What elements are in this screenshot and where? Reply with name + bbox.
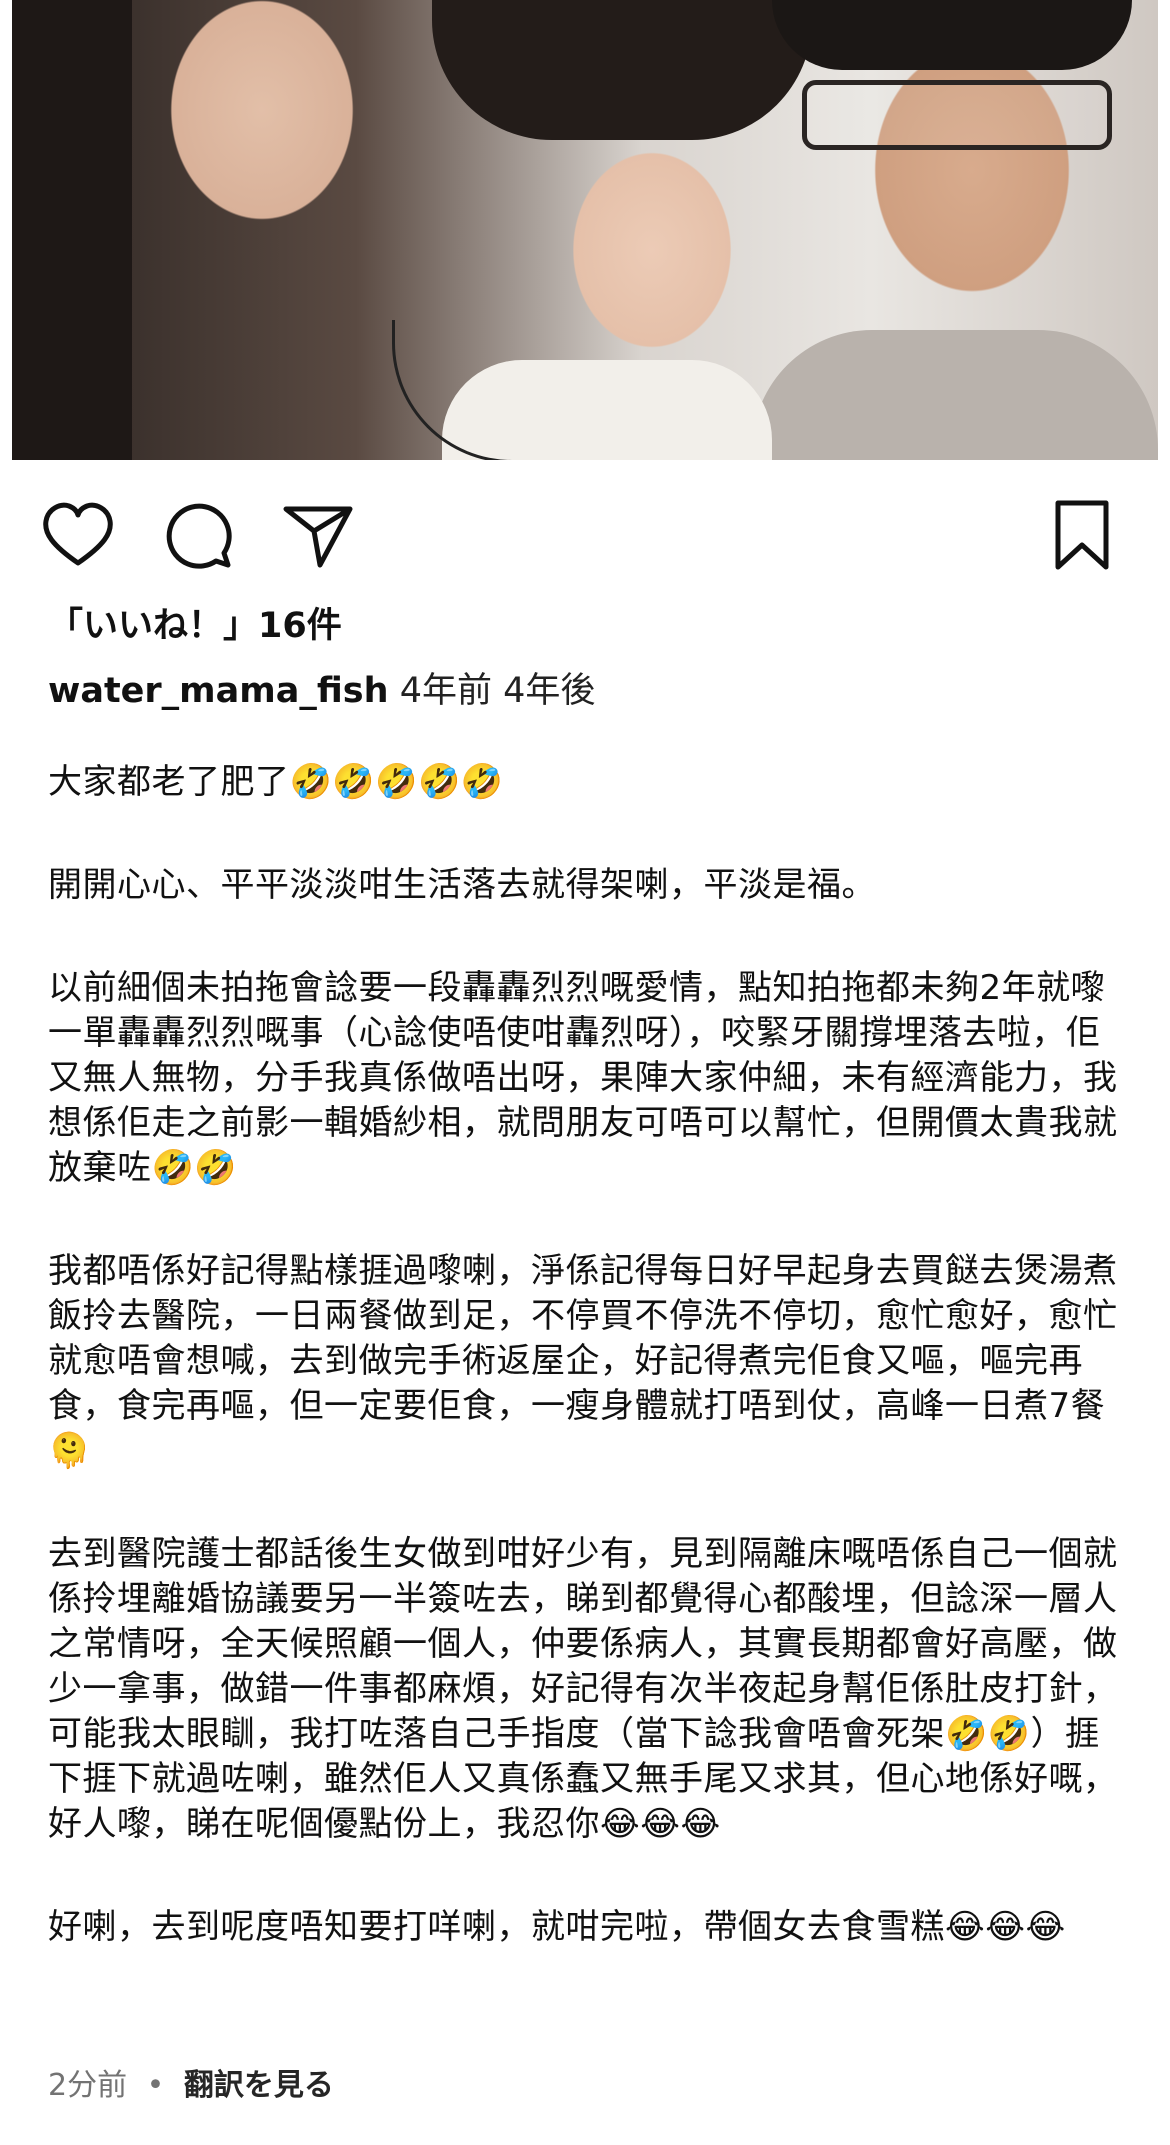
photo-detail [772,0,1132,70]
comment-bubble-icon[interactable] [158,495,238,575]
caption-paragraph: 好喇，去到呢度唔知要打咩喇，就咁完啦，帶個女去食雪糕😂😂😂 [48,1907,1066,1947]
post-action-bar [0,495,1170,575]
post-footer: 2分前 • 翻訳を見る [48,2064,334,2108]
photo-detail [752,330,1158,460]
caption-paragraph: 我都唔係好記得點樣捱過嚟喇，淨係記得每日好早起身去買餸去煲湯煮飯拎去醫院，一日兩… [48,1251,1118,1471]
bookmark-icon[interactable] [1042,495,1122,575]
username-link[interactable]: water_mama_fish [48,671,389,711]
post-caption: 大家都老了肥了🤣🤣🤣🤣🤣 開開心心、平平淡淡咁生活落去就得架喇，平淡是福。 以前… [48,760,1128,2008]
time-posted: 4年前 [399,671,492,711]
caption-paragraph: 開開心心、平平淡淡咁生活落去就得架喇，平淡是福。 [48,865,876,905]
photo-detail [12,0,132,460]
footer-time: 2分前 [48,2068,128,2103]
time-edited: 4年後 [503,671,596,711]
footer-separator: • [146,2068,165,2103]
photo-detail [392,320,555,460]
photo-detail [432,0,812,140]
caption-paragraph: 以前細個未拍拖會諗要一段轟轟烈烈嘅愛情，點知拍拖都未夠2年就嚟一單轟轟烈烈嘅事（… [48,968,1118,1188]
post-meta: water_mama_fish 4年前 4年後 [48,667,595,715]
photo-detail [802,80,1112,150]
heart-icon[interactable] [38,495,118,575]
paper-plane-icon[interactable] [278,495,358,575]
caption-paragraph: 去到醫院護士都話後生女做到咁好少有，見到隔離床嘅唔係自己一個就係拎埋離婚協議要另… [48,1534,1118,1844]
caption-paragraph: 大家都老了肥了🤣🤣🤣🤣🤣 [48,762,504,802]
post-photo[interactable] [12,0,1158,460]
see-translation-link[interactable]: 翻訳を見る [184,2068,334,2103]
likes-count[interactable]: 「いいね！」16件 [48,602,342,650]
